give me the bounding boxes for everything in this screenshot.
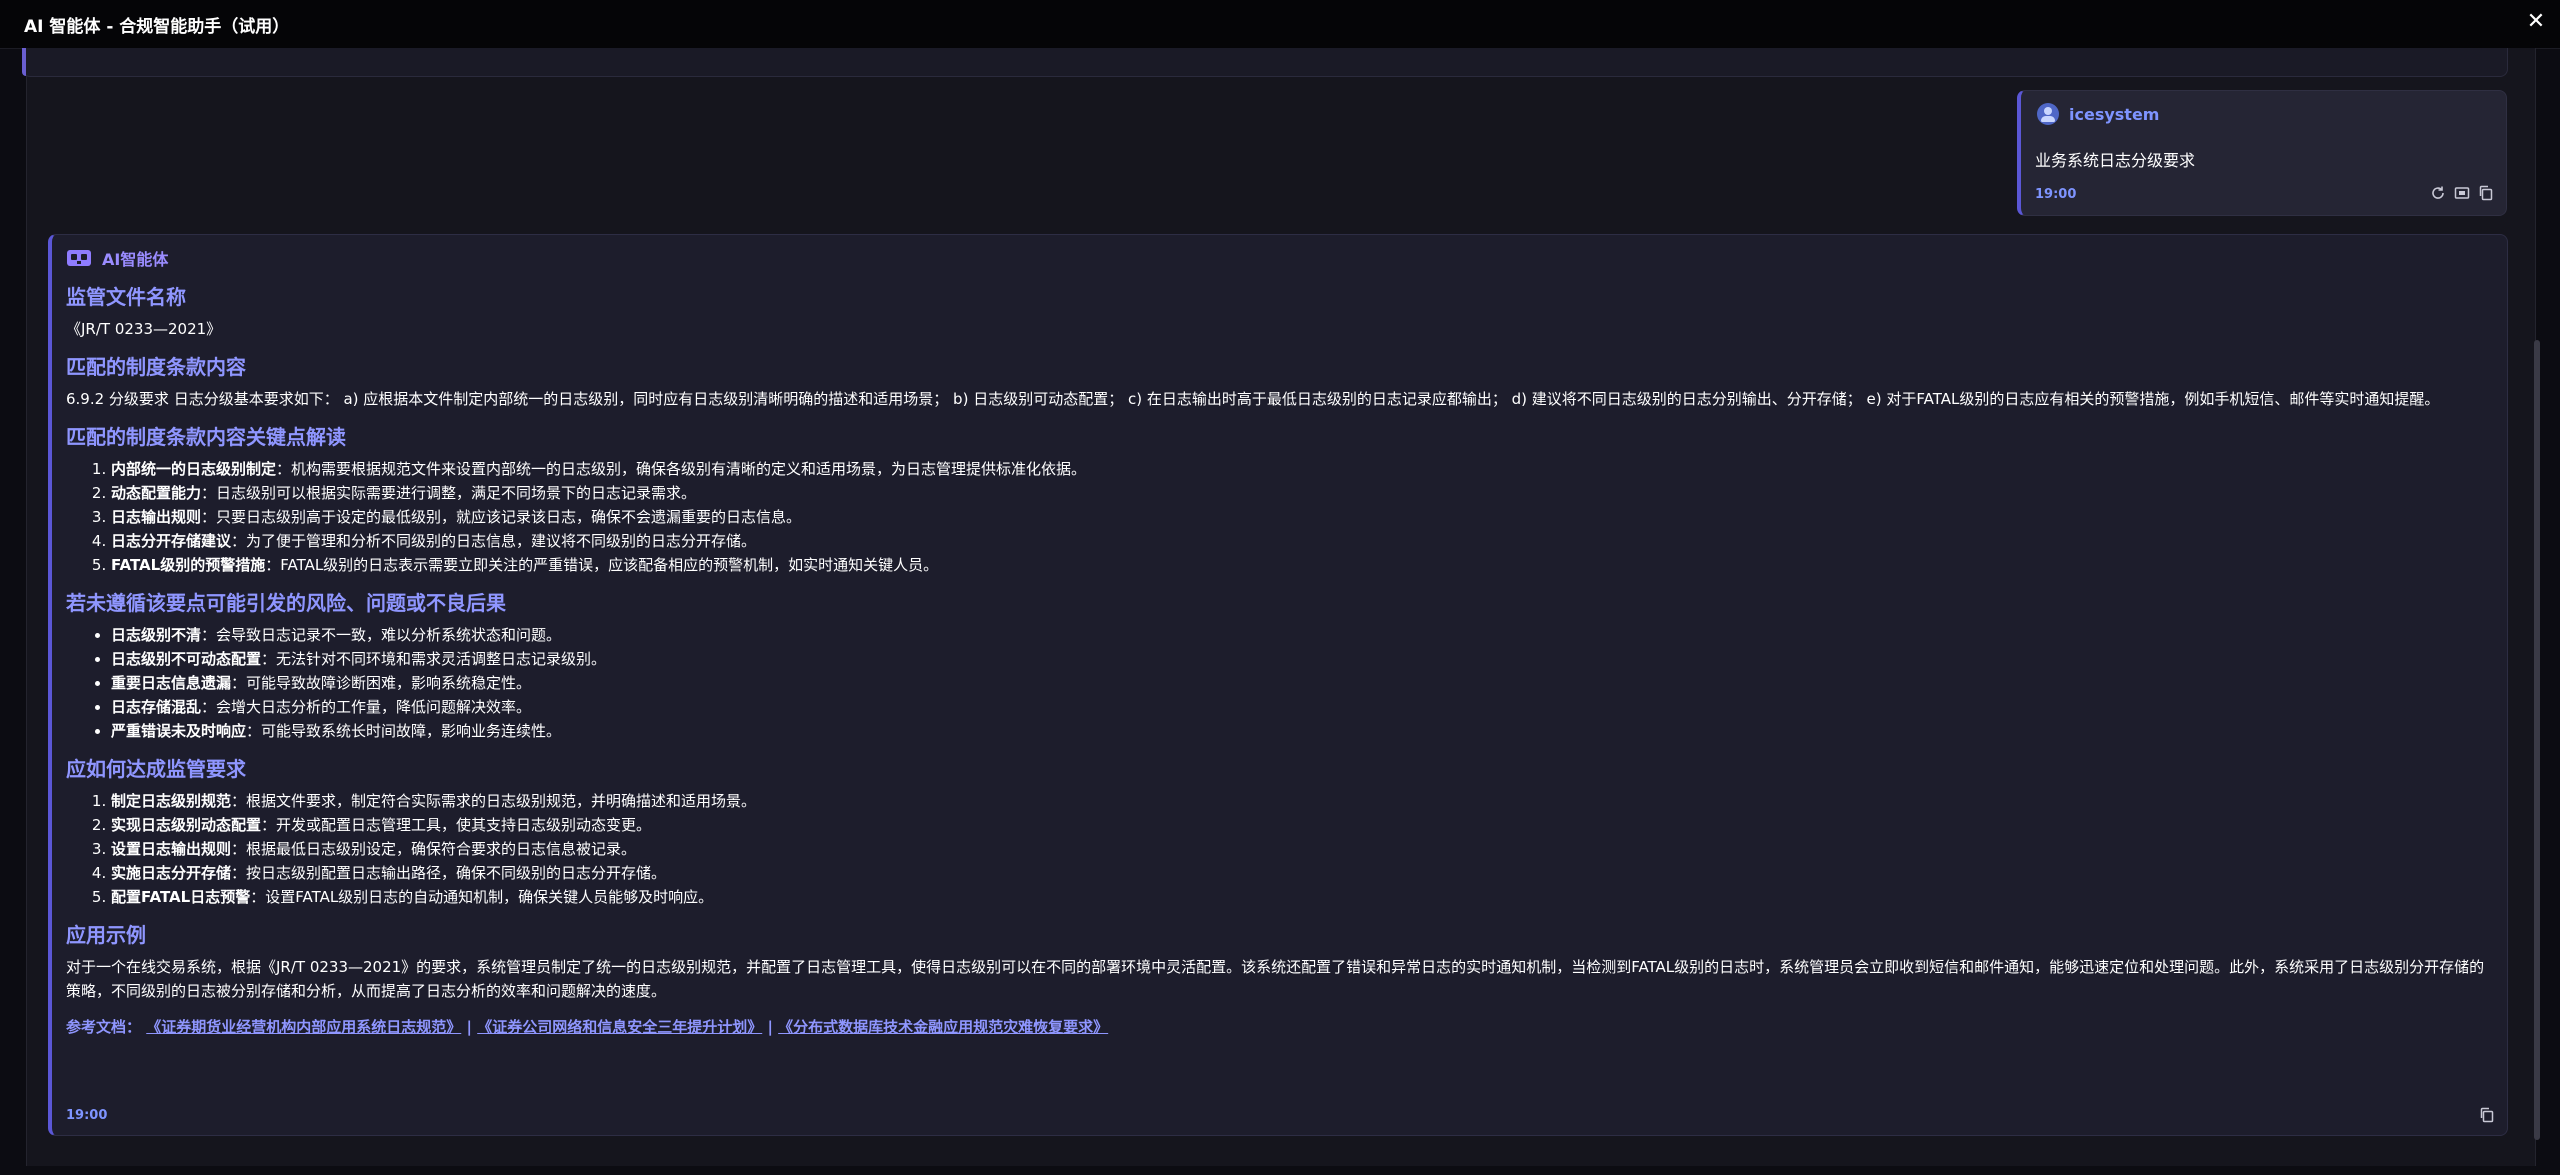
list-item: 动态配置能力：日志级别可以根据实际需要进行调整，满足不同场景下的日志记录需求。 (111, 481, 2486, 505)
ai-message-body: 监管文件名称 《JR/T 0233—2021》 匹配的制度条款内容 6.9.2 … (66, 283, 2486, 1039)
section-heading-doc: 监管文件名称 (66, 285, 186, 309)
list-item: 实施日志分开存储：按日志级别配置日志输出路径，确保不同级别的日志分开存储。 (111, 861, 2486, 885)
references-label: 参考文档： (66, 1018, 142, 1036)
copy-icon[interactable] (2478, 185, 2494, 201)
reference-separator: | (461, 1018, 478, 1036)
example-text: 对于一个在线交易系统，根据《JR/T 0233—2021》的要求，系统管理员制定… (66, 958, 2485, 1000)
list-item: 日志分开存储建议：为了便于管理和分析不同级别的日志信息，建议将不同级别的日志分开… (111, 529, 2486, 553)
reference-link[interactable]: 《证券公司网络和信息安全三年提升计划》 (477, 1018, 762, 1036)
keypoints-list: 内部统一的日志级别制定：机构需要根据规范文件来设置内部统一的日志级别，确保各级别… (66, 457, 2486, 577)
section-heading-howto: 应如何达成监管要求 (66, 757, 246, 781)
list-item: 制定日志级别规范：根据文件要求，制定符合实际需求的日志级别规范，并明确描述和适用… (111, 789, 2486, 813)
modal-title: AI 智能体 - 合规智能助手（试用） (24, 17, 290, 37)
references: 参考文档： 《证券期货业经营机构内部应用系统日志规范》 | 《证券公司网络和信息… (66, 1015, 2486, 1039)
section-heading-clause: 匹配的制度条款内容 (66, 355, 246, 379)
user-avatar-icon (2037, 103, 2059, 125)
user-message-actions (2430, 185, 2494, 201)
reference-link[interactable]: 《分布式数据库技术金融应用规范灾难恢复要求》 (778, 1018, 1108, 1036)
user-message-card: icesystem 业务系统日志分级要求 19:00 (2017, 90, 2507, 216)
howto-list: 制定日志级别规范：根据文件要求，制定符合实际需求的日志级别规范，并明确描述和适用… (66, 789, 2486, 909)
list-item: 日志存储混乱：会增大日志分析的工作量，降低问题解决效率。 (111, 695, 2486, 719)
modal-titlebar: AI 智能体 - 合规智能助手（试用） ✕ (0, 0, 2560, 49)
section-heading-example: 应用示例 (66, 923, 146, 947)
doc-name: 《JR/T 0233—2021》 (66, 320, 222, 338)
copy-icon[interactable] (2479, 1107, 2495, 1123)
list-item: 配置FATAL日志预警：设置FATAL级别日志的自动通知机制，确保关键人员能够及… (111, 885, 2486, 909)
list-item: 实现日志级别动态配置：开发或配置日志管理工具，使其支持日志级别动态变更。 (111, 813, 2486, 837)
list-item: 严重错误未及时响应：可能导致系统长时间故障，影响业务连续性。 (111, 719, 2486, 743)
previous-card-accent (22, 48, 26, 76)
list-item: 内部统一的日志级别制定：机构需要根据规范文件来设置内部统一的日志级别，确保各级别… (111, 457, 2486, 481)
ai-sender-name: AI智能体 (102, 250, 169, 269)
clause-text: 6.9.2 分级要求 日志分级基本要求如下： a) 应根据本文件制定内部统一的日… (66, 390, 2440, 408)
section-heading-risks: 若未遵循该要点可能引发的风险、问题或不良后果 (66, 591, 506, 615)
user-message-text: 业务系统日志分级要求 (2035, 151, 2196, 170)
robot-icon (67, 250, 91, 266)
close-button[interactable]: ✕ (2524, 10, 2548, 34)
ai-message-header: AI智能体 (66, 247, 168, 269)
chat-scrollbar-thumb[interactable] (2534, 340, 2540, 1140)
section-heading-keypoints: 匹配的制度条款内容关键点解读 (66, 425, 346, 449)
list-item: 设置日志输出规则：根据最低日志级别设定，确保符合要求的日志信息被记录。 (111, 837, 2486, 861)
reference-link[interactable]: 《证券期货业经营机构内部应用系统日志规范》 (146, 1018, 461, 1036)
risks-list: 日志级别不清：会导致日志记录不一致，难以分析系统状态和问题。 日志级别不可动态配… (66, 623, 2486, 743)
list-item: 日志级别不清：会导致日志记录不一致，难以分析系统状态和问题。 (111, 623, 2486, 647)
reference-separator: | (762, 1018, 779, 1036)
list-item: 日志级别不可动态配置：无法针对不同环境和需求灵活调整日志记录级别。 (111, 647, 2486, 671)
refresh-icon[interactable] (2430, 185, 2446, 201)
assistant-modal: AI 智能体 - 合规智能助手（试用） ✕ icesystem 业务系统日志分级… (0, 0, 2560, 1175)
list-item: 重要日志信息遗漏：可能导致故障诊断困难，影响系统稳定性。 (111, 671, 2486, 695)
ai-message-card: AI智能体 监管文件名称 《JR/T 0233—2021》 匹配的制度条款内容 … (48, 234, 2508, 1136)
list-item: FATAL级别的预警措施：FATAL级别的日志表示需要立即关注的严重错误，应该配… (111, 553, 2486, 577)
screen-icon[interactable] (2454, 185, 2470, 201)
user-name: icesystem (2069, 105, 2160, 124)
previous-message-card (22, 48, 2508, 77)
list-item: 日志输出规则：只要日志级别高于设定的最低级别，就应该记录该日志，确保不会遗漏重要… (111, 505, 2486, 529)
ai-message-time: 19:00 (66, 1108, 108, 1123)
user-message-time: 19:00 (2035, 187, 2077, 202)
